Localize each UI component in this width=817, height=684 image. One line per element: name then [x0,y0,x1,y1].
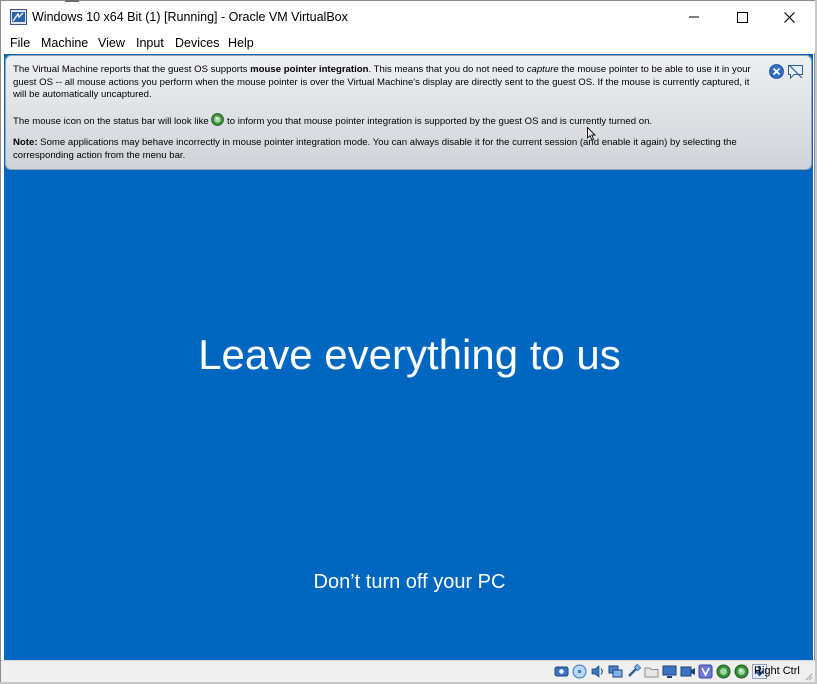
notice-text: Some applications may behave incorrectly… [13,137,737,161]
minimize-icon [689,16,699,18]
resize-grip-icon[interactable] [803,671,813,681]
display-icon[interactable] [661,663,678,680]
virtualbox-window: Windows 10 x64 Bit (1) [Running] - Oracl… [0,0,816,683]
status-bar: Right Ctrl [1,660,816,683]
audio-icon[interactable] [589,663,606,680]
close-icon [783,11,795,23]
maximize-button[interactable] [719,1,765,33]
cpu-icon[interactable] [715,663,732,680]
mouse-integration-notice: The Virtual Machine reports that the gue… [5,55,812,170]
minimize-button[interactable] [671,1,717,33]
vm-subline: Don’t turn off your PC [313,571,506,593]
notice-paragraph-1: The Virtual Machine reports that the gue… [13,64,765,102]
video-capture-icon[interactable] [679,663,696,680]
menu-view[interactable]: View [98,36,125,50]
notice-bold-text: mouse pointer integration [250,64,369,75]
virtualbox-icon [10,9,27,25]
menu-file[interactable]: File [10,36,30,50]
notice-paragraph-2: The mouse icon on the status bar will lo… [13,113,765,129]
vrde-icon[interactable] [697,663,714,680]
mouse-integration-icon [211,113,225,126]
window-title: Windows 10 x64 Bit (1) [Running] - Oracl… [32,10,348,24]
menu-input[interactable]: Input [136,36,164,50]
optical-drive-icon[interactable] [571,663,588,680]
close-icon[interactable] [769,64,784,79]
menu-bar: File Machine View Input Devices Help [1,33,816,53]
network-icon[interactable] [607,663,624,680]
title-bar[interactable]: Windows 10 x64 Bit (1) [Running] - Oracl… [1,1,816,33]
mouse-integration-icon[interactable] [733,663,750,680]
notice-note-label: Note: [13,137,38,148]
notice-paragraph-3: Note: Some applications may behave incor… [13,137,765,162]
status-icons [553,663,768,681]
shared-folders-icon[interactable] [643,663,660,680]
hard-disk-icon[interactable] [553,663,570,680]
host-key-label[interactable]: Right Ctrl [754,665,800,677]
usb-icon[interactable] [625,663,642,680]
vm-headline: Leave everything to us [198,331,621,378]
menu-devices[interactable]: Devices [175,36,219,50]
notice-text: The Virtual Machine reports that the gue… [13,64,251,75]
background-edge [65,0,79,2]
close-button[interactable] [766,1,812,33]
dont-show-again-icon[interactable] [787,63,804,80]
menu-help[interactable]: Help [228,36,254,50]
menu-machine[interactable]: Machine [41,36,88,50]
notice-text: to inform you that mouse pointer integra… [224,116,653,127]
notice-italic-text: capture [526,64,559,75]
mouse-cursor-icon [587,127,597,141]
notice-text: The mouse icon on the status bar will lo… [13,116,212,127]
notice-text: . This means that you do not need to [368,64,527,75]
maximize-icon [736,11,748,23]
